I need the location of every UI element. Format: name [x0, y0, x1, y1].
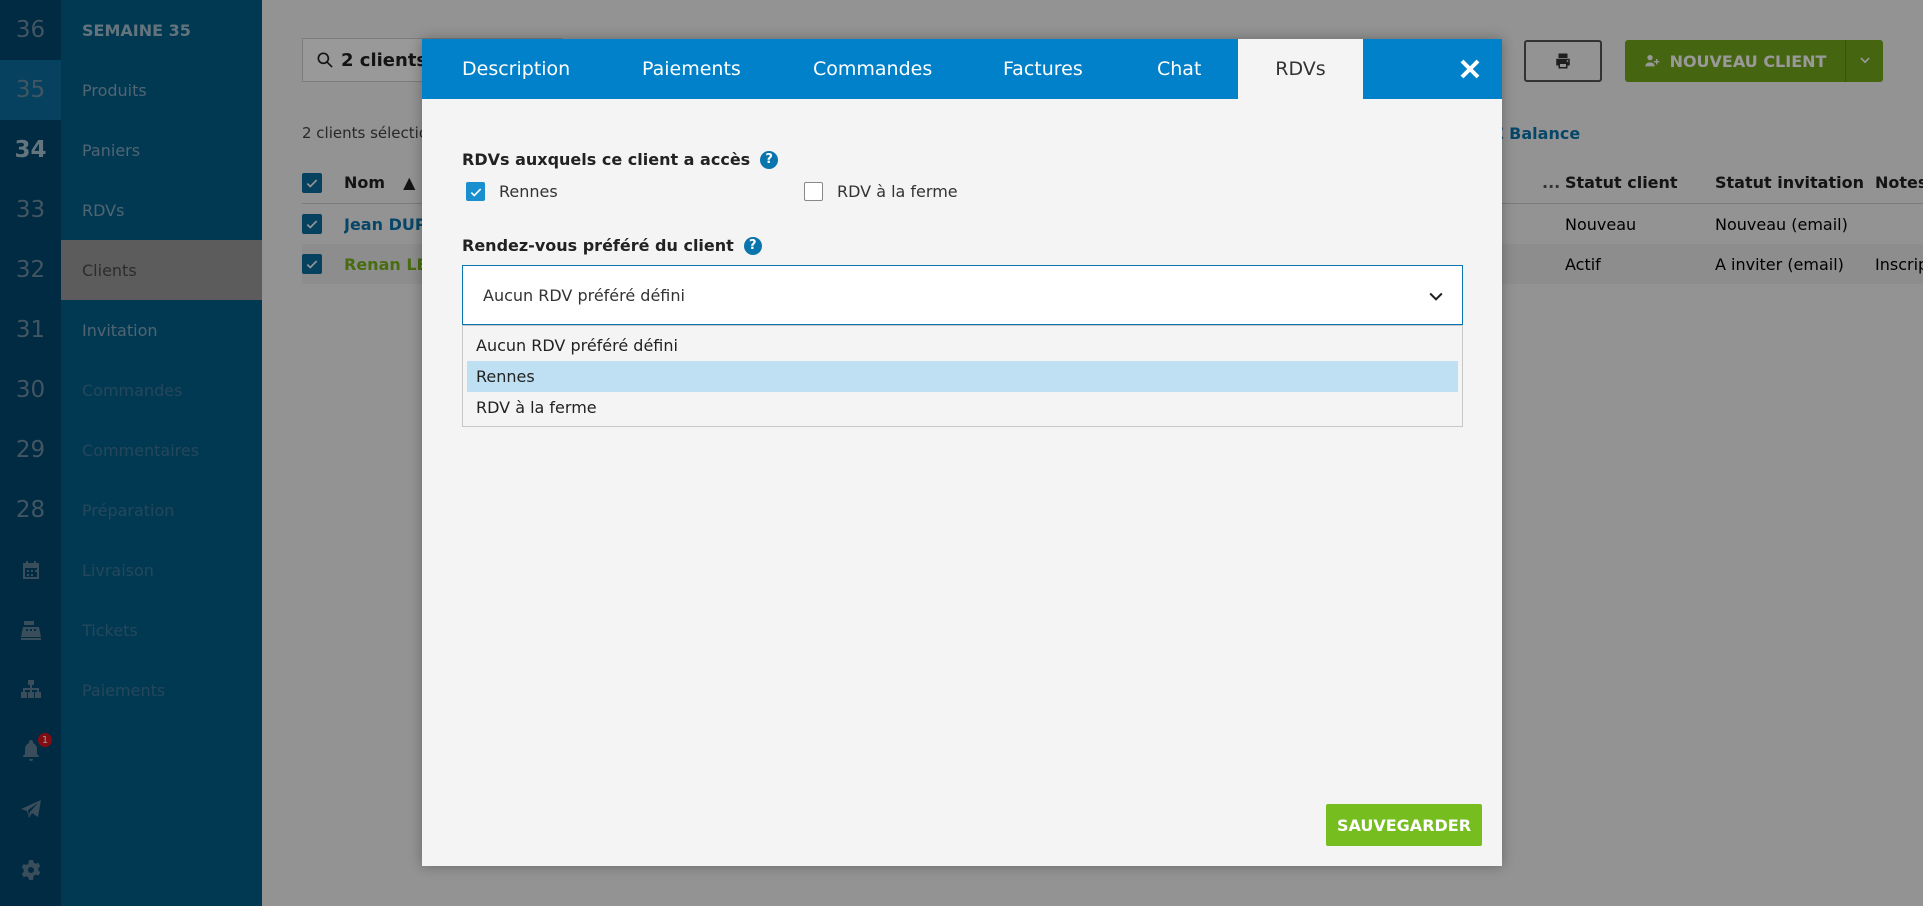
- option-ferme[interactable]: RDV à la ferme: [467, 392, 1458, 423]
- client-modal: Description Paiements Commandes Factures…: [422, 39, 1502, 866]
- checkbox-rennes[interactable]: [466, 182, 485, 201]
- access-section-label: RDVs auxquels ce client a accès ?: [462, 150, 779, 169]
- checkbox-ferme-label: RDV à la ferme: [837, 182, 958, 201]
- tab-commandes[interactable]: Commandes: [813, 39, 932, 99]
- access-option-rennes[interactable]: Rennes: [466, 182, 558, 201]
- modal-tab-bar: Description Paiements Commandes Factures…: [422, 39, 1502, 99]
- tab-description[interactable]: Description: [462, 39, 570, 99]
- preferred-label-text: Rendez-vous préféré du client: [462, 236, 734, 255]
- access-label-text: RDVs auxquels ce client a accès: [462, 150, 751, 169]
- checkbox-rennes-label: Rennes: [499, 182, 558, 201]
- tab-factures[interactable]: Factures: [1003, 39, 1083, 99]
- chevron-down-icon: [1426, 286, 1446, 306]
- tab-chat[interactable]: Chat: [1157, 39, 1201, 99]
- help-icon[interactable]: ?: [760, 150, 779, 169]
- checkbox-ferme[interactable]: [804, 182, 823, 201]
- preferred-rdv-select[interactable]: Aucun RDV préféré défini: [462, 265, 1463, 325]
- close-button[interactable]: [1456, 55, 1484, 83]
- tab-paiements[interactable]: Paiements: [642, 39, 741, 99]
- close-icon: [1460, 59, 1480, 79]
- preferred-rdv-value: Aucun RDV préféré défini: [483, 285, 685, 305]
- preferred-section-label: Rendez-vous préféré du client ?: [462, 236, 762, 255]
- tab-rdvs[interactable]: RDVs: [1238, 39, 1363, 99]
- option-rennes[interactable]: Rennes: [467, 361, 1458, 392]
- help-icon[interactable]: ?: [743, 236, 762, 255]
- save-button[interactable]: SAUVEGARDER: [1326, 804, 1482, 846]
- option-aucun[interactable]: Aucun RDV préféré défini: [467, 330, 1458, 361]
- preferred-rdv-options: Aucun RDV préféré défini Rennes RDV à la…: [462, 325, 1463, 427]
- access-option-ferme[interactable]: RDV à la ferme: [804, 182, 958, 201]
